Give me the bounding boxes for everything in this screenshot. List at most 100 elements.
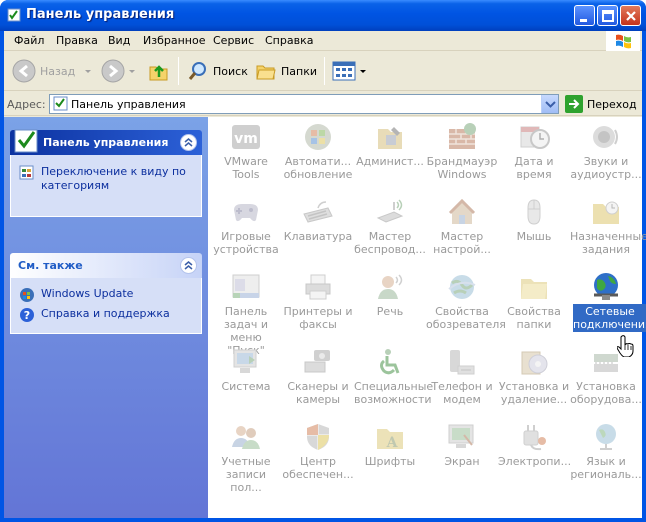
views-button[interactable]: [332, 56, 366, 86]
cp-item-label: Центр обеспечен...: [282, 455, 354, 481]
power-options-icon: [523, 425, 546, 451]
help-support-label: Справка и поддержка: [41, 307, 170, 320]
maximize-button[interactable]: [597, 5, 618, 26]
windows-update-link[interactable]: Windows Update: [19, 287, 133, 303]
cp-item-label: Установка и удаление...: [498, 380, 570, 406]
user-accounts-icon: [232, 426, 260, 449]
control-panel-items: vm VMware Tools Автомати... обновление А…: [208, 117, 646, 518]
control-panel-section: Панель управления Переключение к виду по…: [10, 129, 202, 217]
menu-favorites[interactable]: Избранное: [143, 34, 205, 47]
title-bar[interactable]: Панель управления: [0, 0, 646, 31]
regional-options-icon: [596, 424, 616, 450]
add-remove-programs-icon: [521, 351, 548, 375]
internet-options-icon: [448, 275, 476, 299]
speech-icon: [378, 274, 403, 299]
toolbar-separator: [324, 57, 325, 85]
go-arrow-icon: [565, 95, 583, 113]
back-dropdown-icon[interactable]: [85, 69, 92, 73]
cp-item-label: Свойства обозревателя: [426, 305, 506, 331]
folder-up-icon: [149, 65, 168, 81]
wireless-wizard-icon: [376, 199, 404, 223]
back-label: Назад: [40, 64, 76, 78]
cp-item-label: Дата и время: [514, 155, 554, 181]
hand-cursor-icon: [617, 335, 634, 357]
address-dropdown-button[interactable]: [541, 95, 558, 113]
close-icon: [626, 11, 636, 21]
scanners-icon: [304, 350, 330, 373]
maximize-icon: [602, 10, 614, 22]
address-input[interactable]: Панель управления: [49, 94, 559, 114]
svg-text:?: ?: [24, 309, 30, 322]
folder-options-icon: [521, 279, 547, 299]
cp-item-label: Специальные возможности: [354, 380, 434, 406]
forward-button[interactable]: [101, 56, 135, 86]
printers-icon: [305, 274, 331, 300]
control-panel-section-body: Переключение к виду по категориям: [10, 155, 202, 217]
vmware-icon: vm: [232, 125, 260, 149]
folders-label: Папки: [281, 64, 317, 78]
cp-item-label: Электропи...: [498, 455, 572, 468]
collapse-button[interactable]: [180, 257, 197, 274]
administrative-tools-icon: [378, 127, 402, 149]
control-panel-section-title: Панель управления: [43, 136, 169, 149]
cp-item-label: Мышь: [516, 230, 552, 243]
up-folder-button[interactable]: [147, 56, 171, 86]
cp-item-label: Установка оборудова...: [570, 380, 642, 406]
views-dropdown-icon[interactable]: [360, 69, 366, 73]
address-value: Панель управления: [71, 98, 186, 111]
back-arrow-icon: [12, 59, 36, 83]
control-panel-window: Панель управления Файл Правка Вид Избран…: [0, 0, 646, 522]
cp-item-label: Система: [221, 380, 271, 393]
scheduled-tasks-icon: [593, 201, 619, 224]
cp-item-label: Мастер беспровод...: [354, 230, 426, 256]
control-panel-section-header[interactable]: Панель управления: [10, 129, 202, 155]
folders-icon: [256, 65, 276, 80]
cp-item-label: Сканеры и камеры: [287, 380, 349, 406]
cp-item-label: Назначенные задания: [570, 230, 646, 256]
menu-view[interactable]: Вид: [108, 34, 130, 47]
views-icon: [332, 61, 356, 81]
folders-button[interactable]: Папки: [255, 56, 317, 86]
search-button[interactable]: Поиск: [187, 56, 248, 86]
cp-item-label: Мастер настрой...: [433, 230, 491, 256]
cp-item-label: Экран: [444, 455, 480, 468]
keyboard-icon: [303, 201, 333, 223]
see-also-section-body: Windows Update ? Справка и поддержка: [10, 278, 202, 334]
automatic-updates-icon: [305, 124, 331, 150]
window-title: Панель управления: [26, 7, 175, 22]
go-label: Переход: [587, 97, 637, 111]
see-also-section-header[interactable]: См. также: [10, 253, 202, 278]
firewall-icon: [449, 123, 476, 149]
menu-file[interactable]: Файл: [14, 34, 44, 47]
go-button[interactable]: Переход: [565, 95, 637, 113]
cp-item-label: Шрифты: [364, 455, 416, 468]
network-connections-icon: [594, 273, 618, 300]
search-icon: [188, 62, 206, 80]
cp-item-label: Свойства папки: [507, 305, 561, 331]
menu-help[interactable]: Справка: [265, 34, 313, 47]
forward-dropdown-icon[interactable]: [129, 69, 135, 73]
svg-text:vm: vm: [234, 131, 258, 147]
menu-edit[interactable]: Правка: [56, 34, 98, 47]
help-support-link[interactable]: ? Справка и поддержка: [19, 307, 170, 323]
control-panel-icon: [53, 96, 68, 111]
phone-modem-icon: [450, 350, 475, 375]
search-label: Поиск: [213, 64, 248, 78]
menu-tools[interactable]: Сервис: [213, 34, 254, 47]
back-button[interactable]: Назад: [12, 56, 92, 86]
cp-item-label: Сетевые подключения: [573, 304, 646, 332]
chevron-up-icon: [184, 138, 193, 147]
see-also-section-title: См. также: [18, 259, 83, 272]
address-bar: Адрес: Панель управления Переход: [4, 92, 642, 116]
minimize-button[interactable]: [574, 5, 595, 26]
chevron-down-icon: [545, 101, 556, 108]
cp-item-label: Игровые устройства: [213, 230, 279, 256]
cp-item-label: Звуки и аудиоустр...: [570, 155, 642, 181]
collapse-button[interactable]: [180, 134, 197, 151]
windows-flag-icon: [616, 34, 631, 49]
chevron-up-icon: [184, 261, 193, 270]
address-label: Адрес:: [7, 98, 46, 111]
close-button[interactable]: [620, 5, 641, 26]
switch-category-view-link[interactable]: Переключение к виду по категориям: [19, 165, 191, 193]
category-view-icon: [19, 165, 34, 180]
